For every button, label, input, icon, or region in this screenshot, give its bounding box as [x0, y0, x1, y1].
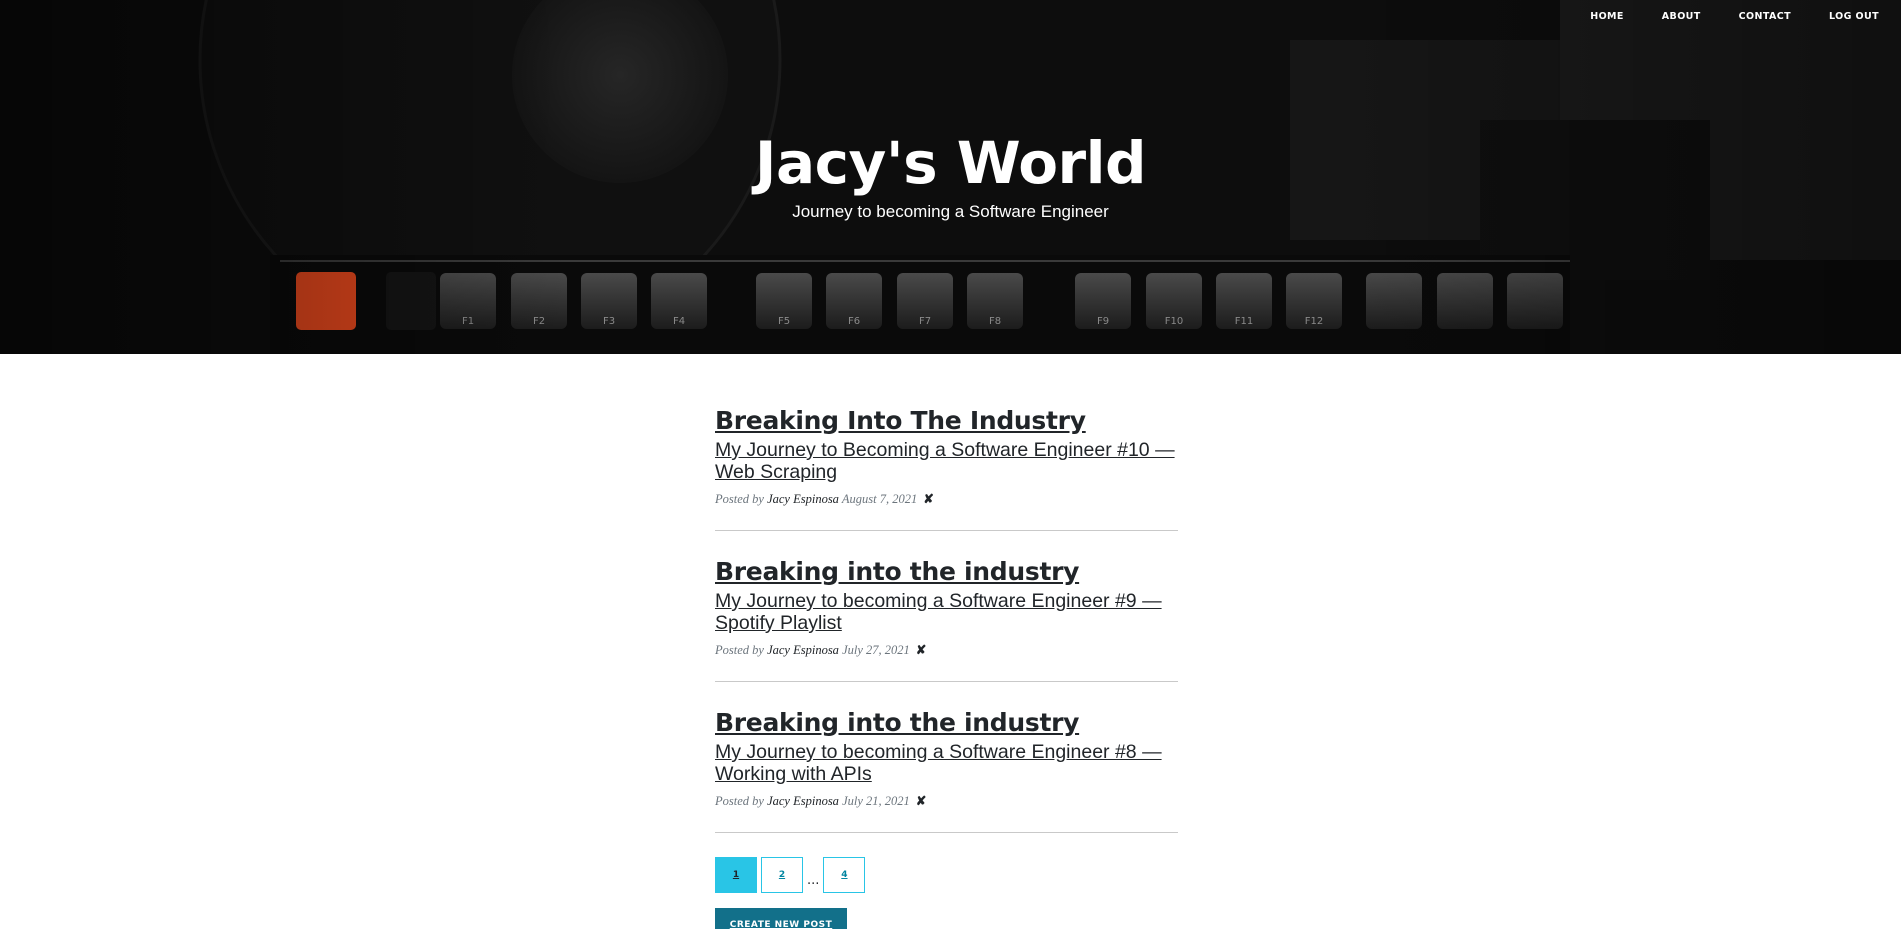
post-meta: Posted by Jacy Espinosa July 21, 2021 ✘	[715, 793, 1178, 809]
post-subtitle-link[interactable]: My Journey to Becoming a Software Engine…	[715, 439, 1178, 483]
post-list: Breaking Into The Industry My Journey to…	[715, 404, 1178, 929]
post-preview: Breaking into the industry My Journey to…	[715, 555, 1178, 682]
nav-about[interactable]: ABOUT	[1643, 12, 1720, 22]
post-subtitle-link[interactable]: My Journey to becoming a Software Engine…	[715, 590, 1178, 634]
post-date: July 21, 2021	[842, 794, 910, 808]
post-author: Jacy Espinosa	[767, 492, 839, 506]
post-title-link[interactable]: Breaking into the industry	[715, 555, 1178, 589]
post-meta: Posted by Jacy Espinosa August 7, 2021 ✘	[715, 491, 1178, 507]
pagination-ellipsis: ...	[807, 873, 820, 888]
site-title: Jacy's World	[754, 129, 1147, 197]
page-4-button[interactable]: 4	[823, 857, 866, 893]
masthead: F1F2F3F4F5F6F7F8F9F10F11F12 HOME ABOUT C…	[0, 0, 1901, 354]
nav-home[interactable]: HOME	[1571, 12, 1643, 22]
post-preview: Breaking into the industry My Journey to…	[715, 706, 1178, 833]
posted-by-label: Posted by	[715, 492, 764, 506]
page-1-button[interactable]: 1	[715, 857, 757, 893]
posted-by-label: Posted by	[715, 643, 764, 657]
post-title-link[interactable]: Breaking into the industry	[715, 706, 1178, 740]
create-new-post-button[interactable]: CREATE NEW POST	[715, 908, 847, 929]
post-author: Jacy Espinosa	[767, 643, 839, 657]
nav-log-out[interactable]: LOG OUT	[1810, 12, 1879, 22]
nav-contact[interactable]: CONTACT	[1720, 12, 1810, 22]
post-meta: Posted by Jacy Espinosa July 27, 2021 ✘	[715, 642, 1178, 658]
post-date: July 27, 2021	[842, 643, 910, 657]
page-2-button[interactable]: 2	[761, 857, 803, 893]
post-date: August 7, 2021	[841, 492, 918, 506]
delete-post-icon[interactable]: ✘	[916, 643, 926, 657]
delete-post-icon[interactable]: ✘	[916, 794, 926, 808]
site-heading: Jacy's World Journey to becoming a Softw…	[0, 128, 1901, 223]
main-nav: HOME ABOUT CONTACT LOG OUT	[1571, 12, 1879, 22]
site-subtitle: Journey to becoming a Software Engineer	[792, 202, 1109, 221]
post-author: Jacy Espinosa	[767, 794, 839, 808]
post-subtitle-link[interactable]: My Journey to becoming a Software Engine…	[715, 741, 1178, 785]
posted-by-label: Posted by	[715, 794, 764, 808]
pagination: 1 2 ... 4	[715, 857, 1178, 893]
delete-post-icon[interactable]: ✘	[923, 492, 933, 506]
post-title-link[interactable]: Breaking Into The Industry	[715, 404, 1178, 438]
post-preview: Breaking Into The Industry My Journey to…	[715, 404, 1178, 531]
